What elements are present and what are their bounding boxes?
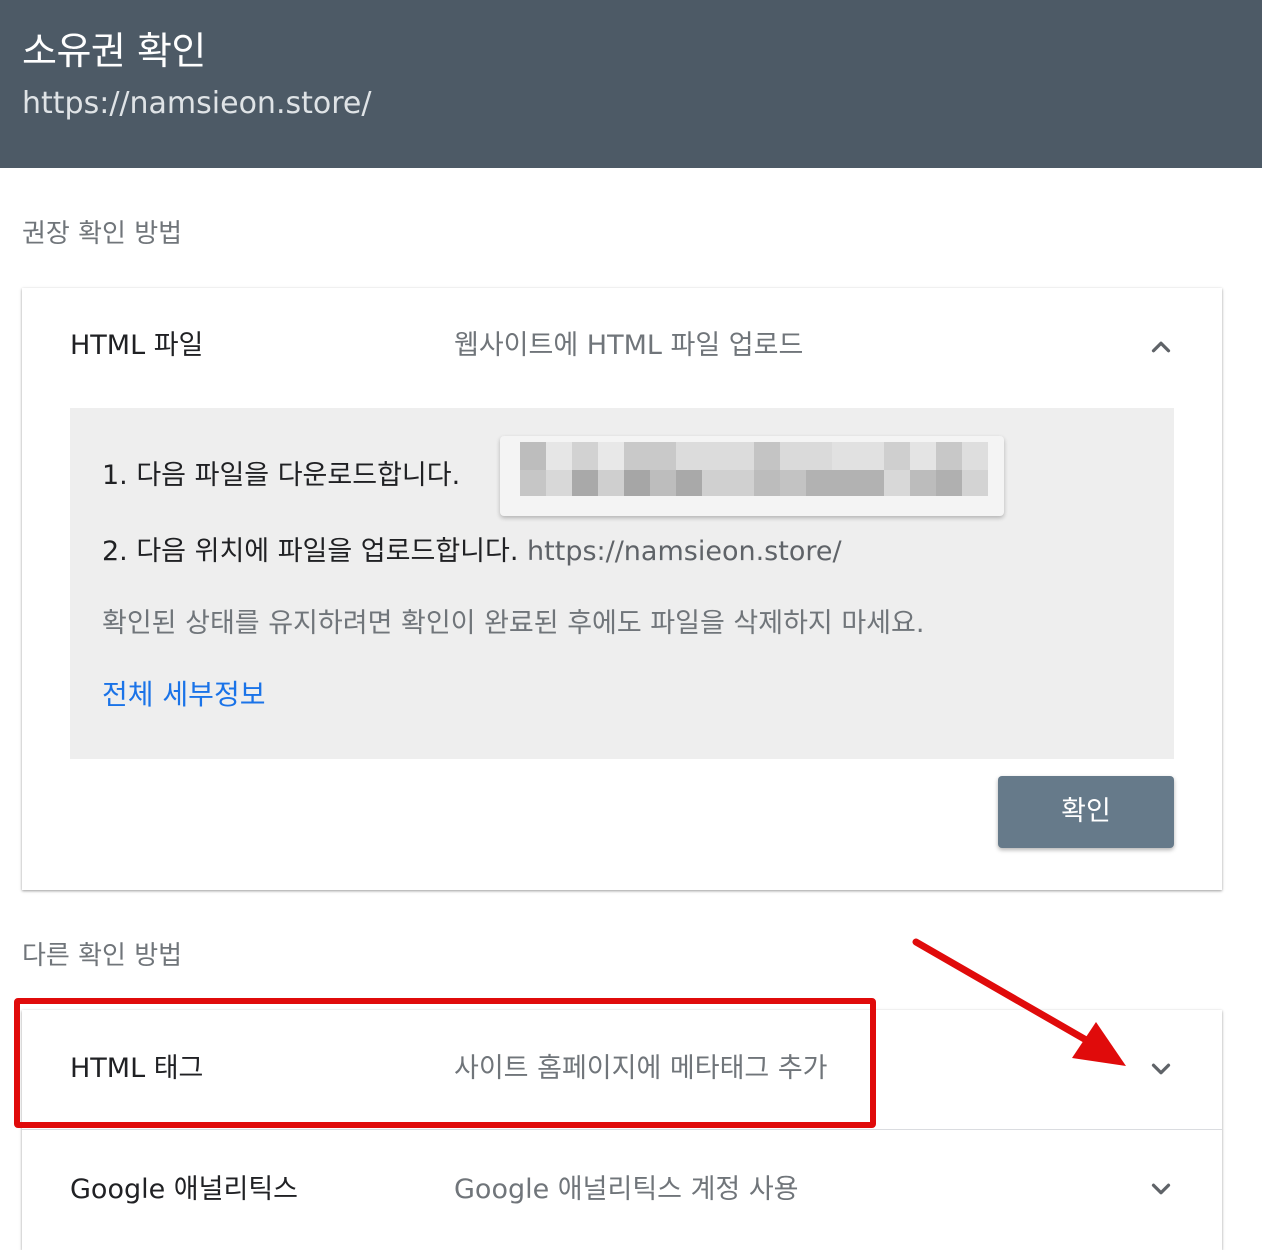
- chevron-up-icon[interactable]: [1146, 332, 1176, 362]
- method-title: Google 애널리틱스: [70, 1174, 298, 1205]
- recommended-section-label: 권장 확인 방법: [22, 219, 183, 249]
- keep-file-note: 확인된 상태를 유지하려면 확인이 완료된 후에도 파일을 삭제하지 마세요.: [102, 608, 925, 639]
- upload-location-url: https://namsieon.store/: [527, 536, 842, 567]
- download-file-button[interactable]: [500, 436, 1004, 516]
- other-methods-section-label: 다른 확인 방법: [22, 941, 183, 971]
- html-file-method-card: HTML 파일 웹사이트에 HTML 파일 업로드 1. 다음 파일을 다운로드…: [22, 288, 1222, 890]
- instructions-panel: 1. 다음 파일을 다운로드합니다. 2. 다음 위치에 파일을 업로드합니다.…: [70, 408, 1174, 759]
- method-description: Google 애널리틱스 계정 사용: [454, 1174, 799, 1205]
- step-2-text: 2. 다음 위치에 파일을 업로드합니다.: [102, 536, 519, 567]
- html-file-method-header[interactable]: HTML 파일 웹사이트에 HTML 파일 업로드: [22, 288, 1222, 398]
- google-analytics-method-row[interactable]: Google 애널리틱스 Google 애널리틱스 계정 사용: [22, 1130, 1222, 1250]
- property-url: https://namsieon.store/: [22, 86, 372, 121]
- blurred-filename-lower: [520, 470, 988, 496]
- method-title: HTML 파일: [70, 330, 204, 361]
- page-header: 소유권 확인 https://namsieon.store/: [0, 0, 1262, 168]
- verify-button[interactable]: 확인: [998, 776, 1174, 848]
- chevron-down-icon[interactable]: [1146, 1054, 1176, 1084]
- step-2: 2. 다음 위치에 파일을 업로드합니다. https://namsieon.s…: [102, 534, 842, 570]
- red-arrow-icon: [912, 938, 1126, 1066]
- step-1: 1. 다음 파일을 다운로드합니다.: [102, 460, 461, 491]
- method-description: 웹사이트에 HTML 파일 업로드: [454, 330, 804, 361]
- page-title: 소유권 확인: [22, 29, 206, 73]
- full-details-link[interactable]: 전체 세부정보: [102, 676, 265, 714]
- highlight-box: [14, 998, 876, 1128]
- chevron-down-icon[interactable]: [1146, 1174, 1176, 1204]
